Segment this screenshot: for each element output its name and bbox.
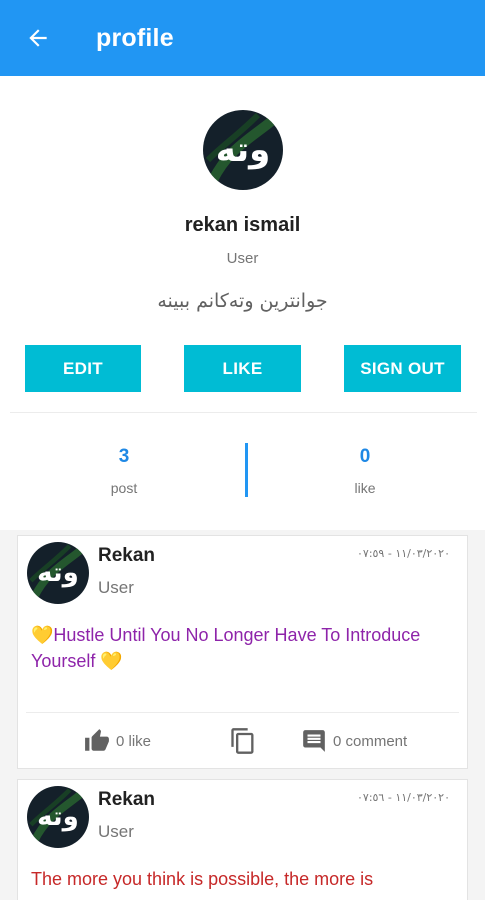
post-card[interactable]: وته Rekan User ١١/٠٣/٢٠٢٠ - ٠٧:٥٦ The mo… [17, 779, 468, 900]
post-comment-button[interactable]: 0 comment [301, 726, 407, 756]
post-count: 3 [118, 446, 130, 467]
post-date: ١١/٠٣/٢٠٢٠ - ٠٧:٥٦ [357, 791, 450, 804]
post-count-stat[interactable]: 3 post [64, 446, 184, 496]
profile-header: وته rekan ismail User جوانترین وتەکانم ب… [0, 76, 485, 530]
edit-button[interactable]: EDIT [25, 345, 141, 392]
arrow-back-icon [29, 29, 47, 47]
profile-name: rekan ismail [184, 214, 301, 236]
like-count: 0 [359, 446, 371, 467]
post-divider [26, 712, 459, 713]
post-text: 💛Hustle Until You No Longer Have To Intr… [31, 625, 421, 671]
like-button[interactable]: LIKE [184, 345, 301, 392]
app-bar: profile [0, 0, 485, 76]
copy-icon [231, 728, 254, 754]
avatar-logo-text: وته [215, 130, 271, 170]
like-count-label: like [354, 480, 376, 496]
thumb-up-icon [85, 729, 109, 751]
post-like-count: 0 like [116, 732, 152, 750]
post-comment-count: 0 comment [333, 732, 408, 750]
post-avatar[interactable]: وته [27, 542, 89, 604]
comment-icon [303, 730, 325, 752]
sign-out-button[interactable]: SIGN OUT [344, 345, 461, 392]
post-author-role: User [98, 822, 134, 841]
divider [10, 412, 477, 413]
page-title: profile [96, 23, 174, 52]
post-avatar[interactable]: وته [27, 786, 89, 848]
post-author[interactable]: Rekan [98, 789, 155, 811]
profile-role: User [226, 250, 259, 267]
post-text: The more you think is possible, the more… [31, 869, 374, 889]
post-like-button[interactable]: 0 like [84, 726, 151, 756]
back-button[interactable] [24, 24, 52, 52]
post-author[interactable]: Rekan [98, 545, 155, 567]
like-count-stat[interactable]: 0 like [305, 446, 425, 496]
post-copy-button[interactable] [229, 726, 257, 756]
profile-bio: جوانترین وتەکانم ببینە [157, 290, 328, 312]
stat-divider [245, 443, 248, 497]
post-card[interactable]: وته Rekan User ١١/٠٣/٢٠٢٠ - ٠٧:٥٩ 💛Hustl… [17, 535, 468, 769]
avatar-logo-text: وته [37, 558, 79, 588]
post-author-role: User [98, 578, 134, 597]
avatar-logo-text: وته [37, 802, 79, 832]
post-count-label: post [110, 480, 138, 496]
post-date: ١١/٠٣/٢٠٢٠ - ٠٧:٥٩ [357, 547, 450, 560]
avatar[interactable]: وته [203, 110, 283, 190]
